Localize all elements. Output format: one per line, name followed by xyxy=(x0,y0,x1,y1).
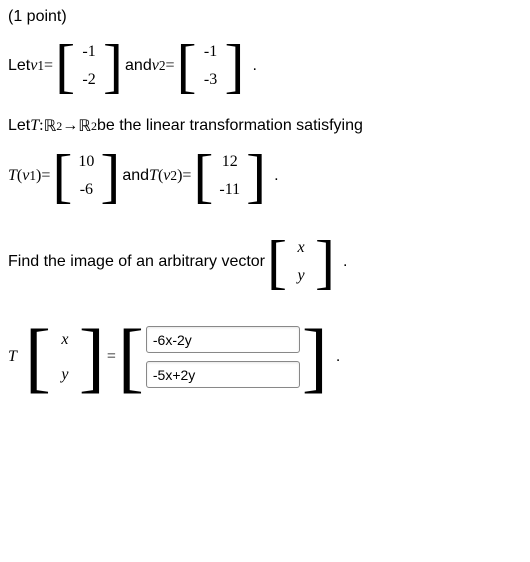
tv1-top: 10 xyxy=(74,148,98,176)
answer-bot-input[interactable] xyxy=(146,361,300,388)
period2: . xyxy=(268,167,278,185)
v2-bot: -3 xyxy=(200,66,221,94)
tv1-vector: 10 -6 xyxy=(74,148,98,204)
v1-vector: -1 -2 xyxy=(77,38,101,94)
and-text2: and xyxy=(122,167,149,185)
bracket-l6: [ xyxy=(23,318,53,396)
bracket-r3: ] xyxy=(98,146,122,206)
xy-vector: x y xyxy=(289,234,313,290)
bracket-r7: ] xyxy=(300,318,330,396)
R1: ℝ xyxy=(44,116,57,136)
points-label: (1 point) xyxy=(8,8,522,26)
eq3: = xyxy=(41,167,50,185)
let-text2: Let xyxy=(8,117,30,135)
R2: ℝ xyxy=(78,116,91,136)
bracket-l7: [ xyxy=(116,318,146,396)
vectors-def-row: Let v1 = [ -1 -2 ] and v2 = [ -1 -3 ] . xyxy=(8,36,522,96)
tv1-bot: -6 xyxy=(76,176,97,204)
bracket-l: [ xyxy=(53,36,77,96)
arrow: → xyxy=(62,117,78,135)
T-var: T xyxy=(30,117,39,135)
tv1: v xyxy=(22,167,29,185)
find-text: Find the image of an arbitrary vector xyxy=(8,253,265,271)
tv2-top: 12 xyxy=(218,148,242,176)
T-var2: T xyxy=(8,167,17,185)
tv2-bot: -11 xyxy=(215,176,244,204)
bracket-r4: ] xyxy=(244,146,268,206)
period4: . xyxy=(330,348,340,366)
v2-var: v xyxy=(152,57,159,75)
v2-top: -1 xyxy=(200,38,221,66)
be-text: be the linear transformation satisfying xyxy=(97,117,363,135)
xy-vector2: x y xyxy=(53,322,77,392)
bracket-r5: ] xyxy=(313,232,337,292)
tv2-vector: 12 -11 xyxy=(215,148,244,204)
tv1-sub: 1 xyxy=(29,168,36,184)
bracket-r2: ] xyxy=(223,36,247,96)
eq1: = xyxy=(44,57,53,75)
bracket-l3: [ xyxy=(50,146,74,206)
transform-def-row: Let T : ℝ2 → ℝ2 be the linear transforma… xyxy=(8,116,522,136)
bracket-r6: ] xyxy=(77,318,107,396)
T-var3: T xyxy=(149,167,158,185)
answer-row: T [ x y ] = [ ] . xyxy=(8,318,522,396)
period3: . xyxy=(337,253,347,271)
v1-sub: 1 xyxy=(37,58,44,74)
bracket-l5: [ xyxy=(265,232,289,292)
find-image-row: Find the image of an arbitrary vector [ … xyxy=(8,232,522,292)
v2-vector: -1 -3 xyxy=(199,38,223,94)
answer-top-input[interactable] xyxy=(146,326,300,353)
let-text: Let xyxy=(8,57,30,75)
y-var2: y xyxy=(57,361,72,389)
bracket-l4: [ xyxy=(191,146,215,206)
answer-vector xyxy=(146,322,300,392)
bracket-r: ] xyxy=(101,36,125,96)
v1-bot: -2 xyxy=(78,66,99,94)
T-var4: T xyxy=(8,348,17,366)
eq4: = xyxy=(182,167,191,185)
period: . xyxy=(247,57,257,75)
y-var: y xyxy=(293,262,308,290)
v2-sub: 2 xyxy=(159,58,166,74)
transform-values-row: T ( v1 ) = [ 10 -6 ] and T ( v2 ) = [ 12… xyxy=(8,146,522,206)
eq5: = xyxy=(107,348,116,366)
v1-var: v xyxy=(30,57,37,75)
x-var: x xyxy=(293,234,308,262)
tv2: v xyxy=(163,167,170,185)
eq2: = xyxy=(166,57,175,75)
bracket-l2: [ xyxy=(175,36,199,96)
and-text: and xyxy=(125,57,152,75)
tv2-sub: 2 xyxy=(170,168,177,184)
v1-top: -1 xyxy=(78,38,99,66)
x-var2: x xyxy=(57,326,72,354)
